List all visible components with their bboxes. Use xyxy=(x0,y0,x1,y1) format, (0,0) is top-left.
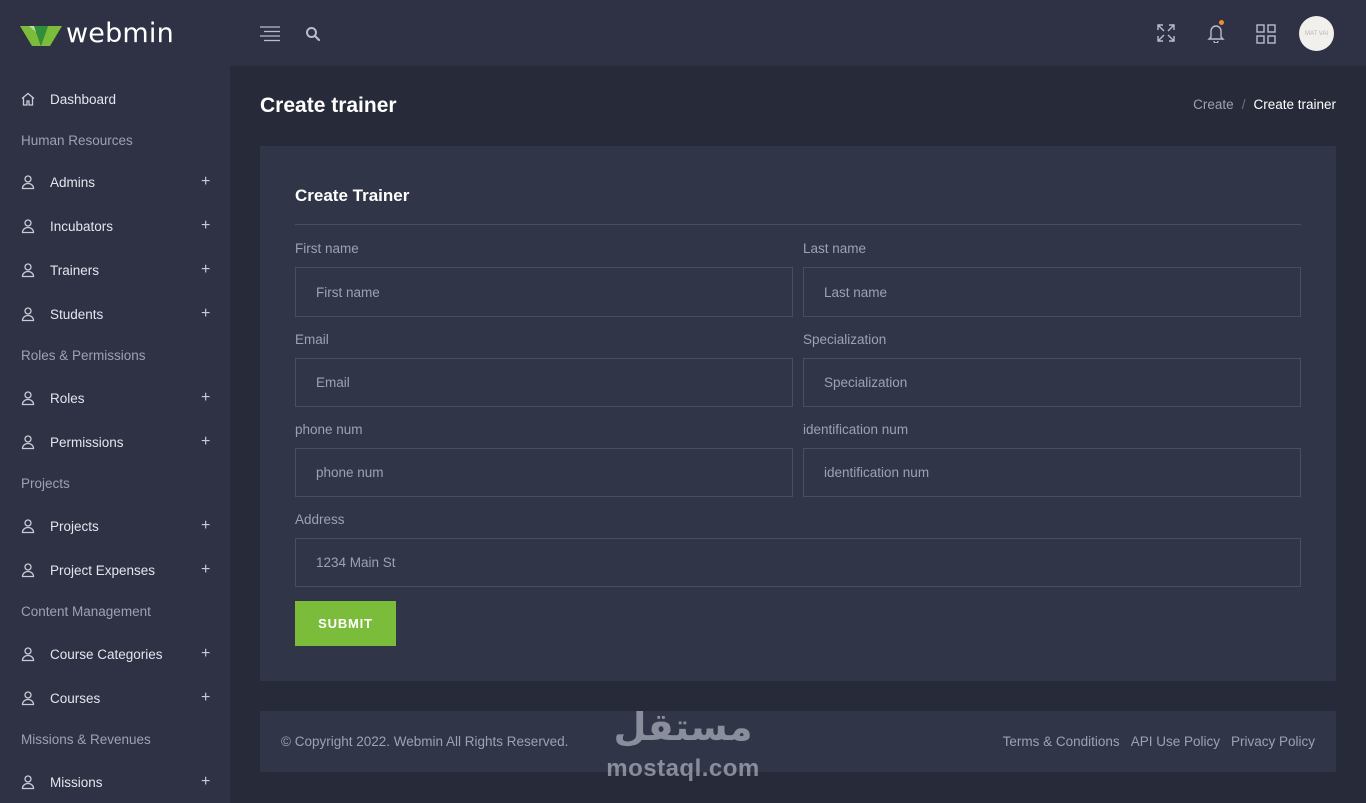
sidebar-item-students[interactable]: Students + xyxy=(0,297,230,331)
grid-icon[interactable] xyxy=(1255,23,1277,45)
specialization-input[interactable] xyxy=(803,358,1301,407)
form-title: Create Trainer xyxy=(295,186,410,205)
sidebar-item-label: Missions xyxy=(50,774,103,790)
user-icon xyxy=(21,519,35,534)
footer-links: Terms & Conditions API Use Policy Privac… xyxy=(1003,734,1315,749)
sidebar-item-label: Incubators xyxy=(50,218,114,234)
user-icon xyxy=(21,435,35,450)
last-name-label: Last name xyxy=(803,241,867,256)
footer: © Copyright 2022. Webmin All Rights Rese… xyxy=(260,711,1336,772)
expand-plus-icon[interactable]: + xyxy=(201,646,210,662)
expand-plus-icon[interactable]: + xyxy=(201,174,210,190)
sidebar-section-projects: Projects xyxy=(21,476,70,491)
expand-plus-icon[interactable]: + xyxy=(201,774,210,790)
brand-name: webmin xyxy=(66,18,174,49)
sidebar-item-label: Dashboard xyxy=(50,91,117,107)
user-icon xyxy=(21,647,35,662)
bell-icon[interactable] xyxy=(1206,22,1226,44)
specialization-label: Specialization xyxy=(803,332,887,347)
sidebar-item-missions[interactable]: Missions + xyxy=(0,765,230,799)
fullscreen-icon[interactable] xyxy=(1155,22,1177,44)
expand-plus-icon[interactable]: + xyxy=(201,390,210,406)
breadcrumb-current: Create trainer xyxy=(1253,97,1336,112)
watermark-arabic: مستقل xyxy=(613,707,753,749)
sidebar-item-incubators[interactable]: Incubators + xyxy=(0,209,230,243)
sidebar-item-label: Courses xyxy=(50,690,101,706)
phone-input[interactable] xyxy=(295,448,793,497)
sidebar-item-roles[interactable]: Roles + xyxy=(0,381,230,415)
home-icon xyxy=(21,92,35,106)
submit-button[interactable]: SUBMIT xyxy=(295,601,396,646)
user-icon xyxy=(21,175,35,190)
first-name-input[interactable] xyxy=(295,267,793,317)
sidebar-item-courses[interactable]: Courses + xyxy=(0,681,230,715)
identification-label: identification num xyxy=(803,422,909,437)
address-label: Address xyxy=(295,512,345,527)
sidebar-item-label: Projects xyxy=(50,518,99,534)
breadcrumb-separator: / xyxy=(1241,97,1246,112)
email-label: Email xyxy=(295,332,329,347)
sidebar-item-dashboard[interactable]: Dashboard xyxy=(0,82,230,116)
sidebar-item-label: Trainers xyxy=(50,262,100,278)
sidebar-item-label: Permissions xyxy=(50,434,124,450)
sidebar: Dashboard Human Resources Admins + Incub… xyxy=(0,66,230,803)
sidebar-section-content-management: Content Management xyxy=(21,604,151,619)
sidebar-item-label: Students xyxy=(50,306,104,322)
user-avatar[interactable]: MAT VAI xyxy=(1299,16,1334,51)
notification-dot xyxy=(1219,20,1224,25)
mostaql-watermark: مستقل mostaql.com xyxy=(598,705,768,787)
sidebar-item-label: Project Expenses xyxy=(50,562,156,578)
phone-label: phone num xyxy=(295,422,363,437)
menu-icon[interactable] xyxy=(258,24,282,44)
email-input[interactable] xyxy=(295,358,793,407)
expand-plus-icon[interactable]: + xyxy=(201,562,210,578)
expand-plus-icon[interactable]: + xyxy=(201,690,210,706)
sidebar-item-project-expenses[interactable]: Project Expenses + xyxy=(0,553,230,587)
address-input[interactable] xyxy=(295,538,1301,587)
watermark-latin: mostaql.com xyxy=(606,755,760,782)
user-icon xyxy=(21,775,35,790)
user-icon xyxy=(21,263,35,278)
sidebar-item-permissions[interactable]: Permissions + xyxy=(0,425,230,459)
avatar-text: MAT VAI xyxy=(1304,30,1328,37)
sidebar-section-human-resources: Human Resources xyxy=(21,133,133,148)
breadcrumb-parent-link[interactable]: Create xyxy=(1193,97,1234,112)
webmin-logo-icon xyxy=(20,26,62,46)
expand-plus-icon[interactable]: + xyxy=(201,518,210,534)
user-icon xyxy=(21,691,35,706)
privacy-policy-link[interactable]: Privacy Policy xyxy=(1231,734,1315,749)
copyright-text: © Copyright 2022. Webmin All Rights Rese… xyxy=(281,734,569,749)
sidebar-item-projects[interactable]: Projects + xyxy=(0,509,230,543)
terms-link[interactable]: Terms & Conditions xyxy=(1003,734,1120,749)
sidebar-item-trainers[interactable]: Trainers + xyxy=(0,253,230,287)
sidebar-section-missions-revenues: Missions & Revenues xyxy=(21,732,151,747)
sidebar-item-course-categories[interactable]: Course Categories + xyxy=(0,637,230,671)
expand-plus-icon[interactable]: + xyxy=(201,434,210,450)
last-name-input[interactable] xyxy=(803,267,1301,317)
expand-plus-icon[interactable]: + xyxy=(201,218,210,234)
page-title: Create trainer xyxy=(260,94,397,117)
top-bar: webmin MAT VAI xyxy=(0,0,1366,66)
sidebar-item-label: Course Categories xyxy=(50,646,163,662)
search-icon[interactable] xyxy=(305,26,321,42)
sidebar-item-admins[interactable]: Admins + xyxy=(0,165,230,199)
user-icon xyxy=(21,391,35,406)
user-icon xyxy=(21,219,35,234)
breadcrumb: Create / Create trainer xyxy=(1193,97,1336,112)
brand-logo[interactable]: webmin xyxy=(20,18,174,50)
sidebar-item-label: Roles xyxy=(50,390,85,406)
divider xyxy=(295,224,1301,225)
first-name-label: First name xyxy=(295,241,359,256)
api-policy-link[interactable]: API Use Policy xyxy=(1131,734,1220,749)
sidebar-item-label: Admins xyxy=(50,174,96,190)
user-icon xyxy=(21,307,35,322)
expand-plus-icon[interactable]: + xyxy=(201,262,210,278)
expand-plus-icon[interactable]: + xyxy=(201,306,210,322)
user-icon xyxy=(21,563,35,578)
sidebar-section-roles-permissions: Roles & Permissions xyxy=(21,348,146,363)
identification-input[interactable] xyxy=(803,448,1301,497)
create-trainer-card: Create Trainer First name Last name Emai… xyxy=(260,146,1336,681)
